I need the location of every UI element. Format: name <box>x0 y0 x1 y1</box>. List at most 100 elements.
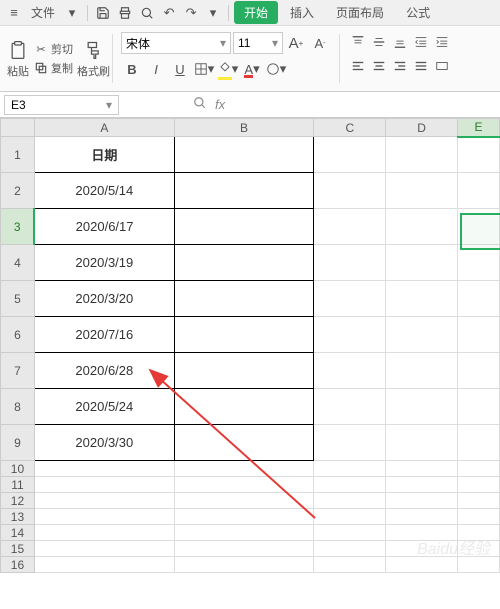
tab-start[interactable]: 开始 <box>234 1 278 24</box>
zoom-icon[interactable] <box>193 96 207 113</box>
row-header[interactable]: 15 <box>1 541 35 557</box>
format-painter-button[interactable]: 格式刷 <box>77 38 110 79</box>
row-header[interactable]: 3 <box>1 209 35 245</box>
cell[interactable] <box>174 509 314 525</box>
col-header-E[interactable]: E <box>458 119 500 137</box>
align-bottom-icon[interactable] <box>390 32 410 52</box>
tab-layout[interactable]: 页面布局 <box>326 1 394 24</box>
cell-B2[interactable] <box>174 173 314 209</box>
cell-B8[interactable] <box>174 389 314 425</box>
cell[interactable] <box>458 389 500 425</box>
align-center-icon[interactable] <box>369 56 389 76</box>
cell[interactable] <box>314 281 386 317</box>
col-header-A[interactable]: A <box>34 119 174 137</box>
font-size-select[interactable]: 11 ▾ <box>233 32 283 54</box>
cell[interactable] <box>458 477 500 493</box>
fill-color-button[interactable]: ▾ <box>217 58 239 80</box>
cell[interactable] <box>386 353 458 389</box>
save-icon[interactable] <box>93 3 113 23</box>
cell[interactable] <box>458 461 500 477</box>
cell-B6[interactable] <box>174 317 314 353</box>
align-right-icon[interactable] <box>390 56 410 76</box>
paste-button[interactable]: 粘贴 <box>6 38 30 79</box>
border-button[interactable]: ▾ <box>193 58 215 80</box>
indent-right-icon[interactable] <box>432 32 452 52</box>
cell[interactable] <box>314 509 386 525</box>
cell[interactable] <box>314 317 386 353</box>
cell-B7[interactable] <box>174 353 314 389</box>
bold-button[interactable]: B <box>121 58 143 80</box>
indent-left-icon[interactable] <box>411 32 431 52</box>
cell[interactable] <box>34 493 174 509</box>
cell[interactable] <box>386 493 458 509</box>
cell[interactable] <box>458 245 500 281</box>
cell-A9[interactable]: 2020/3/30 <box>34 425 174 461</box>
cell[interactable] <box>458 509 500 525</box>
cell[interactable] <box>174 541 314 557</box>
italic-button[interactable]: I <box>145 58 167 80</box>
cell[interactable] <box>386 425 458 461</box>
cell[interactable] <box>314 173 386 209</box>
row-header[interactable]: 8 <box>1 389 35 425</box>
print-icon[interactable] <box>115 3 135 23</box>
cell[interactable] <box>34 509 174 525</box>
fx-button[interactable]: fx <box>215 97 225 112</box>
cell[interactable] <box>458 317 500 353</box>
cell[interactable] <box>458 137 500 173</box>
cell[interactable] <box>386 173 458 209</box>
cell[interactable] <box>174 525 314 541</box>
font-color-button[interactable]: A▾ <box>241 58 263 80</box>
font-name-select[interactable]: 宋体 ▾ <box>121 32 231 54</box>
cell[interactable] <box>174 461 314 477</box>
cell-B5[interactable] <box>174 281 314 317</box>
effects-button[interactable]: ▾ <box>265 58 287 80</box>
cell[interactable] <box>314 557 386 573</box>
cell[interactable] <box>314 245 386 281</box>
cell[interactable] <box>386 509 458 525</box>
row-header[interactable]: 9 <box>1 425 35 461</box>
cell-A5[interactable]: 2020/3/20 <box>34 281 174 317</box>
cell-A3[interactable]: 2020/6/17 <box>34 209 174 245</box>
row-header[interactable]: 4 <box>1 245 35 281</box>
align-middle-icon[interactable] <box>369 32 389 52</box>
cell[interactable] <box>314 541 386 557</box>
cell[interactable] <box>34 461 174 477</box>
cell[interactable] <box>386 317 458 353</box>
cell[interactable] <box>458 173 500 209</box>
cell[interactable] <box>314 353 386 389</box>
name-box[interactable]: E3 ▾ <box>4 95 119 115</box>
cell[interactable] <box>386 281 458 317</box>
select-all-corner[interactable] <box>1 119 35 137</box>
cell[interactable] <box>458 281 500 317</box>
cell[interactable] <box>34 557 174 573</box>
cell[interactable] <box>386 477 458 493</box>
cell[interactable] <box>458 353 500 389</box>
row-header[interactable]: 1 <box>1 137 35 173</box>
row-header[interactable]: 7 <box>1 353 35 389</box>
cell[interactable] <box>458 209 500 245</box>
row-header[interactable]: 10 <box>1 461 35 477</box>
align-top-icon[interactable] <box>348 32 368 52</box>
cell[interactable] <box>386 389 458 425</box>
row-header[interactable]: 6 <box>1 317 35 353</box>
cell-B1[interactable] <box>174 137 314 173</box>
cell[interactable] <box>174 557 314 573</box>
cell-B4[interactable] <box>174 245 314 281</box>
cell-B3[interactable] <box>174 209 314 245</box>
col-header-B[interactable]: B <box>174 119 314 137</box>
cell-A6[interactable]: 2020/7/16 <box>34 317 174 353</box>
tab-formula[interactable]: 公式 <box>396 1 440 24</box>
cell[interactable] <box>386 461 458 477</box>
cell[interactable] <box>314 493 386 509</box>
preview-icon[interactable] <box>137 3 157 23</box>
cell-A1[interactable]: 日期 <box>34 137 174 173</box>
row-header[interactable]: 14 <box>1 525 35 541</box>
cell[interactable] <box>314 137 386 173</box>
align-left-icon[interactable] <box>348 56 368 76</box>
row-header[interactable]: 2 <box>1 173 35 209</box>
cell-B9[interactable] <box>174 425 314 461</box>
cell[interactable] <box>386 245 458 281</box>
cell[interactable] <box>314 477 386 493</box>
cell[interactable] <box>314 525 386 541</box>
cell[interactable] <box>174 493 314 509</box>
